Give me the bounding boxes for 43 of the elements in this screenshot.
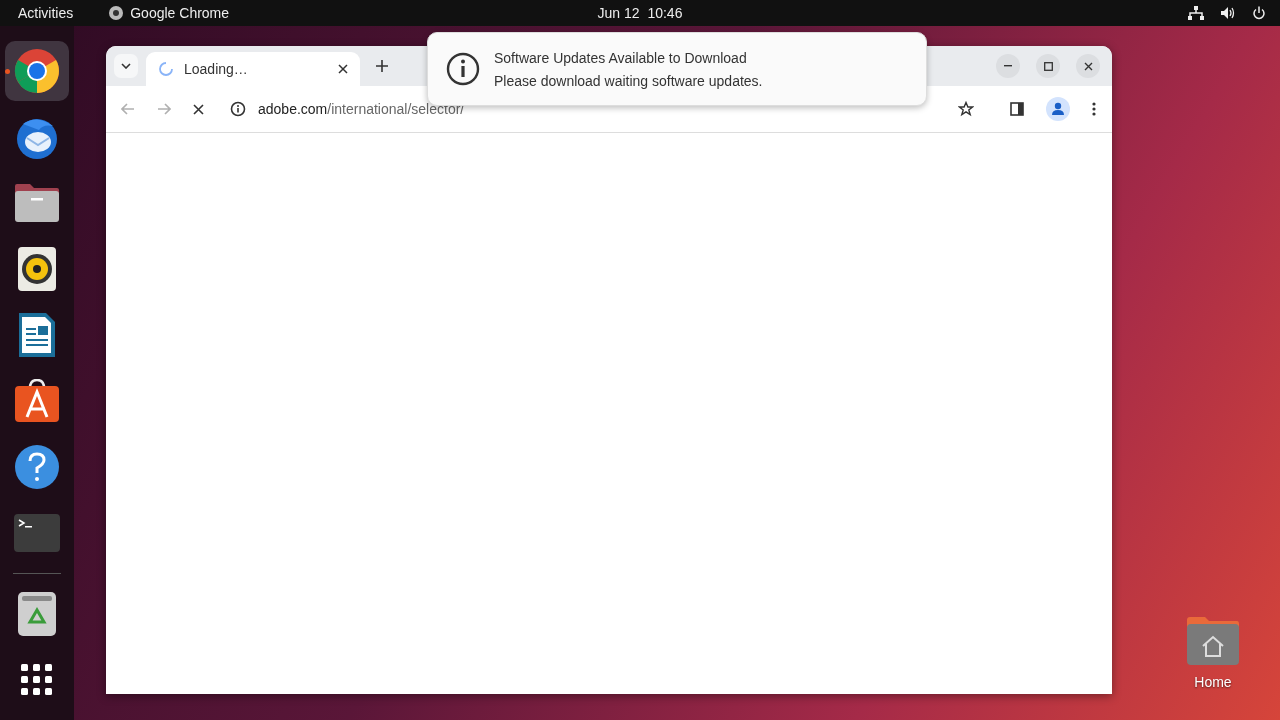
folder-icon — [14, 183, 60, 223]
trash-icon — [18, 592, 56, 636]
shopping-bag-icon — [14, 379, 60, 423]
tab-search-button[interactable] — [114, 54, 138, 78]
profile-button[interactable] — [1046, 97, 1070, 121]
clock[interactable]: Jun 12 10:46 — [597, 5, 683, 21]
power-icon[interactable] — [1252, 6, 1266, 20]
stop-icon[interactable] — [193, 103, 204, 115]
app-icon — [109, 6, 124, 20]
app-menu[interactable]: Google Chrome — [109, 5, 230, 21]
running-indicator — [5, 69, 10, 74]
speaker-icon — [18, 247, 56, 291]
browser-icon — [14, 48, 60, 94]
notification-banner[interactable]: Software Updates Available to Download Please download waiting software updates. — [427, 32, 927, 106]
info-icon — [446, 52, 480, 86]
browser-tab[interactable]: Loading… — [146, 52, 360, 86]
tab-title: Loading… — [184, 61, 249, 77]
chevron-down-icon — [121, 63, 131, 69]
volume-icon[interactable] — [1220, 6, 1236, 20]
info-icon — [230, 101, 246, 117]
loading-spinner-icon — [158, 61, 174, 77]
close-icon[interactable] — [338, 64, 348, 74]
activities-button[interactable]: Activities — [18, 5, 74, 21]
minimize-icon — [1004, 65, 1012, 67]
side-panel-icon[interactable] — [1010, 102, 1024, 116]
maximize-icon — [1043, 61, 1053, 71]
new-tab-icon[interactable] — [376, 60, 388, 72]
close-icon — [1083, 61, 1093, 71]
notification-body: Please download waiting software updates. — [494, 72, 763, 89]
menu-icon[interactable] — [1092, 102, 1096, 116]
home-folder-icon[interactable] — [1185, 616, 1241, 666]
document-icon — [18, 312, 56, 358]
app-grid-icon — [21, 664, 53, 696]
dock-item[interactable] — [5, 41, 69, 101]
maximize-button[interactable] — [1036, 54, 1060, 78]
close-window-button[interactable] — [1076, 54, 1100, 78]
notification-title: Software Updates Available to Download — [494, 49, 748, 66]
terminal-icon — [14, 514, 60, 552]
desktop-icon-label[interactable]: Home — [1194, 674, 1232, 690]
network-icon[interactable] — [1188, 6, 1204, 20]
star-icon[interactable] — [958, 101, 974, 117]
person-icon — [1051, 102, 1065, 116]
help-icon — [14, 444, 60, 490]
